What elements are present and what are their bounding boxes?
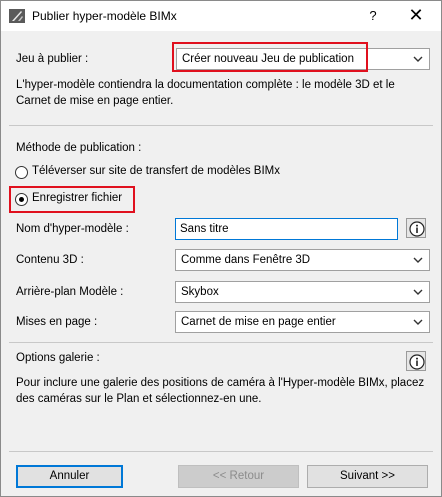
radio-upload[interactable] (15, 166, 28, 179)
layouts-dropdown[interactable]: Carnet de mise en page entier (175, 311, 430, 333)
highlight-save-file (9, 186, 135, 213)
background-label: Arrière-plan Modèle : (16, 286, 124, 298)
content-3d-dropdown[interactable]: Comme dans Fenêtre 3D (175, 249, 430, 271)
background-value: Skybox (181, 286, 219, 298)
gallery-info-button[interactable] (406, 351, 426, 371)
name-info-button[interactable] (406, 218, 426, 238)
publish-set-label: Jeu à publier : (16, 53, 89, 65)
radio-upload-label: Téléverser sur site de transfert de modè… (32, 165, 280, 177)
layouts-value: Carnet de mise en page entier (181, 316, 336, 328)
publish-set-description: L'hyper-modèle contiendra la documentati… (16, 79, 395, 107)
model-name-input[interactable]: Sans titre (175, 218, 398, 240)
method-label: Méthode de publication : (16, 142, 142, 154)
model-name-value: Sans titre (180, 223, 229, 235)
chevron-down-icon (413, 289, 423, 295)
content-3d-label: Contenu 3D : (16, 254, 84, 266)
chevron-down-icon (413, 319, 423, 325)
chevron-down-icon (413, 257, 423, 263)
next-button[interactable]: Suivant >> (307, 465, 428, 488)
layouts-label: Mises en page : (16, 316, 98, 328)
publish-bimx-dialog: Publier hyper-modèle BIMx ? ✕ Jeu à publ… (0, 0, 442, 497)
title-bar: Publier hyper-modèle BIMx ? ✕ (1, 1, 441, 31)
separator (9, 342, 433, 343)
chevron-down-icon (413, 56, 423, 62)
info-icon (409, 221, 425, 237)
separator (9, 125, 433, 126)
back-button[interactable]: << Retour (178, 465, 299, 488)
help-button[interactable]: ? (361, 5, 385, 27)
content-3d-value: Comme dans Fenêtre 3D (181, 254, 311, 266)
background-dropdown[interactable]: Skybox (175, 281, 430, 303)
close-button[interactable]: ✕ (404, 5, 428, 27)
gallery-description: Pour inclure une galerie des positions d… (16, 377, 425, 405)
gallery-label: Options galerie : (16, 352, 100, 364)
cancel-button[interactable]: Annuler (16, 465, 123, 488)
separator (9, 451, 433, 452)
window-title: Publier hyper-modèle BIMx (32, 9, 177, 23)
highlight-publish-set (172, 42, 368, 72)
info-icon (409, 354, 425, 370)
archicad-app-icon (9, 9, 25, 23)
model-name-label: Nom d'hyper-modèle : (16, 223, 129, 235)
